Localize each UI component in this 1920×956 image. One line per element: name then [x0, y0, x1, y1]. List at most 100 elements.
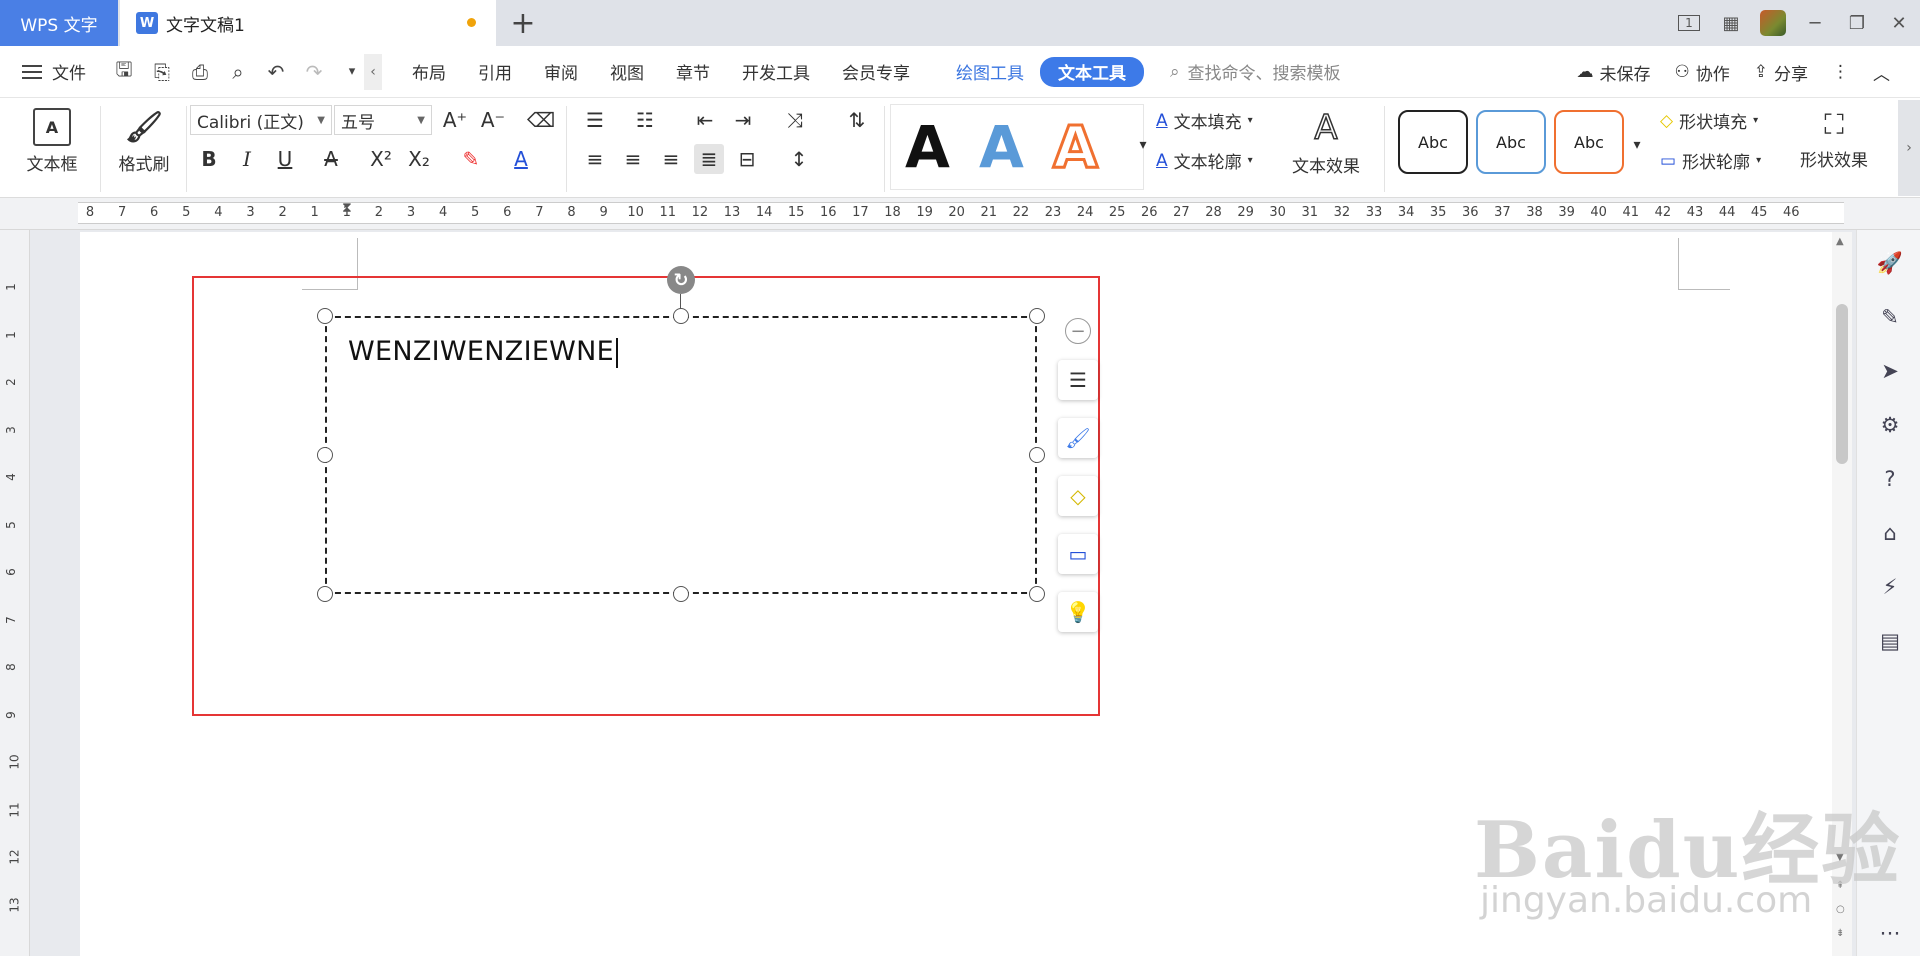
italic-icon[interactable]: I: [232, 144, 262, 174]
shape-style-black[interactable]: Abc: [1398, 110, 1468, 174]
store-icon[interactable]: ⌂: [1877, 520, 1903, 546]
resize-handle-top[interactable]: [673, 308, 689, 324]
font-color-icon[interactable]: A: [506, 144, 536, 174]
text-effects-button[interactable]: A 文本效果: [1284, 107, 1368, 177]
subscript-icon[interactable]: X₂: [404, 144, 434, 174]
document-tab[interactable]: W 文字文稿1: [120, 0, 496, 46]
share-button[interactable]: ⇪ 分享: [1754, 60, 1808, 85]
book-search-icon[interactable]: ▤: [1877, 628, 1903, 654]
resize-handle-left[interactable]: [317, 447, 333, 463]
text-style-orange[interactable]: A: [1052, 112, 1100, 183]
print-preview-icon[interactable]: ⌕: [226, 60, 250, 84]
undo-icon[interactable]: ↶: [264, 60, 288, 84]
export-icon[interactable]: ⎘: [150, 60, 174, 84]
shape-style-blue[interactable]: Abc: [1476, 110, 1546, 174]
outline-frame-icon[interactable]: ▭: [1058, 534, 1098, 574]
shape-style-brush-icon[interactable]: 🖌: [1058, 418, 1098, 458]
collapse-toolbar-icon[interactable]: −: [1065, 318, 1091, 344]
shape-fill-button[interactable]: ◇ 形状填充 ▾: [1660, 108, 1758, 134]
minimize-icon[interactable]: ─: [1794, 0, 1836, 46]
line-spacing-icon[interactable]: ↕: [784, 144, 814, 174]
text-direction-icon[interactable]: ⤨: [780, 105, 810, 135]
align-right-icon[interactable]: ≡: [656, 144, 686, 174]
resize-handle-bottom-left[interactable]: [317, 586, 333, 602]
page-view-icon[interactable]: 1: [1668, 0, 1710, 46]
justify-icon[interactable]: ≣: [694, 144, 724, 174]
scroll-up-icon[interactable]: ▲: [1836, 236, 1844, 247]
resize-handle-top-right[interactable]: [1029, 308, 1045, 324]
menu-scroll-left-icon[interactable]: ‹: [364, 53, 382, 90]
unsaved-status[interactable]: ☁ 未保存: [1577, 60, 1651, 85]
close-icon[interactable]: ✕: [1878, 0, 1920, 46]
file-menu[interactable]: 文件: [22, 59, 86, 84]
align-left-icon[interactable]: ≡: [580, 144, 610, 174]
tab-drawing-tools[interactable]: 绘图工具: [940, 59, 1040, 84]
select-browse-icon[interactable]: ○: [1836, 904, 1845, 915]
sort-icon[interactable]: ⇅: [842, 105, 872, 135]
cursor-select-icon[interactable]: ➤: [1877, 358, 1903, 384]
highlight-icon[interactable]: ✎: [456, 144, 486, 174]
text-fill-button[interactable]: A 文本填充 ▾: [1156, 108, 1253, 134]
shape-style-orange[interactable]: Abc: [1554, 110, 1624, 174]
indent-marker-icon[interactable]: ⧗: [342, 200, 352, 216]
more-icon[interactable]: ⋮: [1832, 62, 1849, 82]
user-avatar[interactable]: [1752, 0, 1794, 46]
resize-handle-top-left[interactable]: [317, 308, 333, 324]
shape-outline-button[interactable]: ▭ 形状轮廓 ▾: [1660, 148, 1761, 174]
lightning-icon[interactable]: ⚡: [1877, 574, 1903, 600]
text-outline-button[interactable]: A 文本轮廓 ▾: [1156, 148, 1253, 174]
strikethrough-icon[interactable]: A: [316, 144, 346, 174]
shape-gallery-more-icon[interactable]: ▾: [1622, 130, 1652, 160]
tab-layout[interactable]: 布局: [396, 59, 462, 84]
bold-icon[interactable]: B: [194, 144, 224, 174]
redo-icon[interactable]: ↷: [302, 60, 326, 84]
resize-handle-bottom-right[interactable]: [1029, 586, 1045, 602]
rotate-handle-icon[interactable]: ↻: [667, 266, 695, 294]
text-box-content[interactable]: WENZIWENZIEWNE: [348, 336, 619, 368]
grow-font-icon[interactable]: A⁺: [440, 105, 470, 135]
resize-handle-right[interactable]: [1029, 447, 1045, 463]
superscript-icon[interactable]: X²: [366, 144, 396, 174]
underline-icon[interactable]: U: [270, 144, 300, 174]
collaborate-button[interactable]: ⚇ 协作: [1675, 60, 1730, 85]
print-icon[interactable]: ⎙: [188, 60, 212, 84]
save-icon[interactable]: 🖫: [112, 55, 136, 89]
bullet-list-icon[interactable]: ☰: [580, 105, 610, 135]
text-style-blue[interactable]: A: [979, 113, 1024, 181]
tab-view[interactable]: 视图: [594, 59, 660, 84]
help-icon[interactable]: ?: [1877, 466, 1903, 492]
numbered-list-icon[interactable]: ☷: [630, 105, 660, 135]
smart-tips-icon[interactable]: 💡: [1058, 592, 1098, 632]
ribbon-expand-icon[interactable]: ›: [1898, 100, 1920, 196]
text-style-black[interactable]: A: [905, 113, 950, 181]
decrease-indent-icon[interactable]: ⇤: [690, 105, 720, 135]
textbox-button[interactable]: A 文本框: [14, 108, 90, 175]
new-tab-button[interactable]: +: [506, 6, 540, 41]
format-painter-button[interactable]: 🖌 格式刷: [108, 108, 180, 176]
resize-handle-bottom[interactable]: [673, 586, 689, 602]
scrollbar-thumb[interactable]: [1836, 304, 1848, 464]
style-gallery-more-icon[interactable]: ▾: [1128, 130, 1158, 160]
tab-sections[interactable]: 章节: [660, 59, 726, 84]
shape-effects-button[interactable]: ⛶ 形状效果: [1786, 108, 1882, 171]
font-name-select[interactable]: Calibri (正文) ▼: [190, 105, 332, 135]
font-size-select[interactable]: 五号 ▼: [334, 105, 432, 135]
fill-bucket-icon[interactable]: ◇: [1058, 476, 1098, 516]
more-horizontal-icon[interactable]: ⋯: [1877, 920, 1903, 946]
collapse-ribbon-icon[interactable]: ︿: [1873, 60, 1890, 85]
app-tab[interactable]: WPS 文字: [0, 0, 118, 46]
text-wrap-icon[interactable]: ☰: [1058, 360, 1098, 400]
tab-text-tools[interactable]: 文本工具: [1040, 56, 1144, 87]
align-center-icon[interactable]: ≡: [618, 144, 648, 174]
clear-format-icon[interactable]: ⌫: [526, 105, 556, 135]
adjust-sliders-icon[interactable]: ⚙: [1877, 412, 1903, 438]
increase-indent-icon[interactable]: ⇥: [728, 105, 758, 135]
tab-references[interactable]: 引用: [462, 59, 528, 84]
command-search[interactable]: ⌕ 查找命令、搜索模板: [1170, 59, 1341, 85]
customize-toolbar-icon[interactable]: ▾: [340, 64, 364, 79]
grid-apps-icon[interactable]: ▦: [1710, 0, 1752, 46]
distribute-icon[interactable]: ⊟: [732, 144, 762, 174]
rocket-icon[interactable]: 🚀: [1877, 250, 1903, 276]
tab-developer[interactable]: 开发工具: [726, 59, 826, 84]
next-page-icon[interactable]: ⇟: [1836, 928, 1844, 939]
